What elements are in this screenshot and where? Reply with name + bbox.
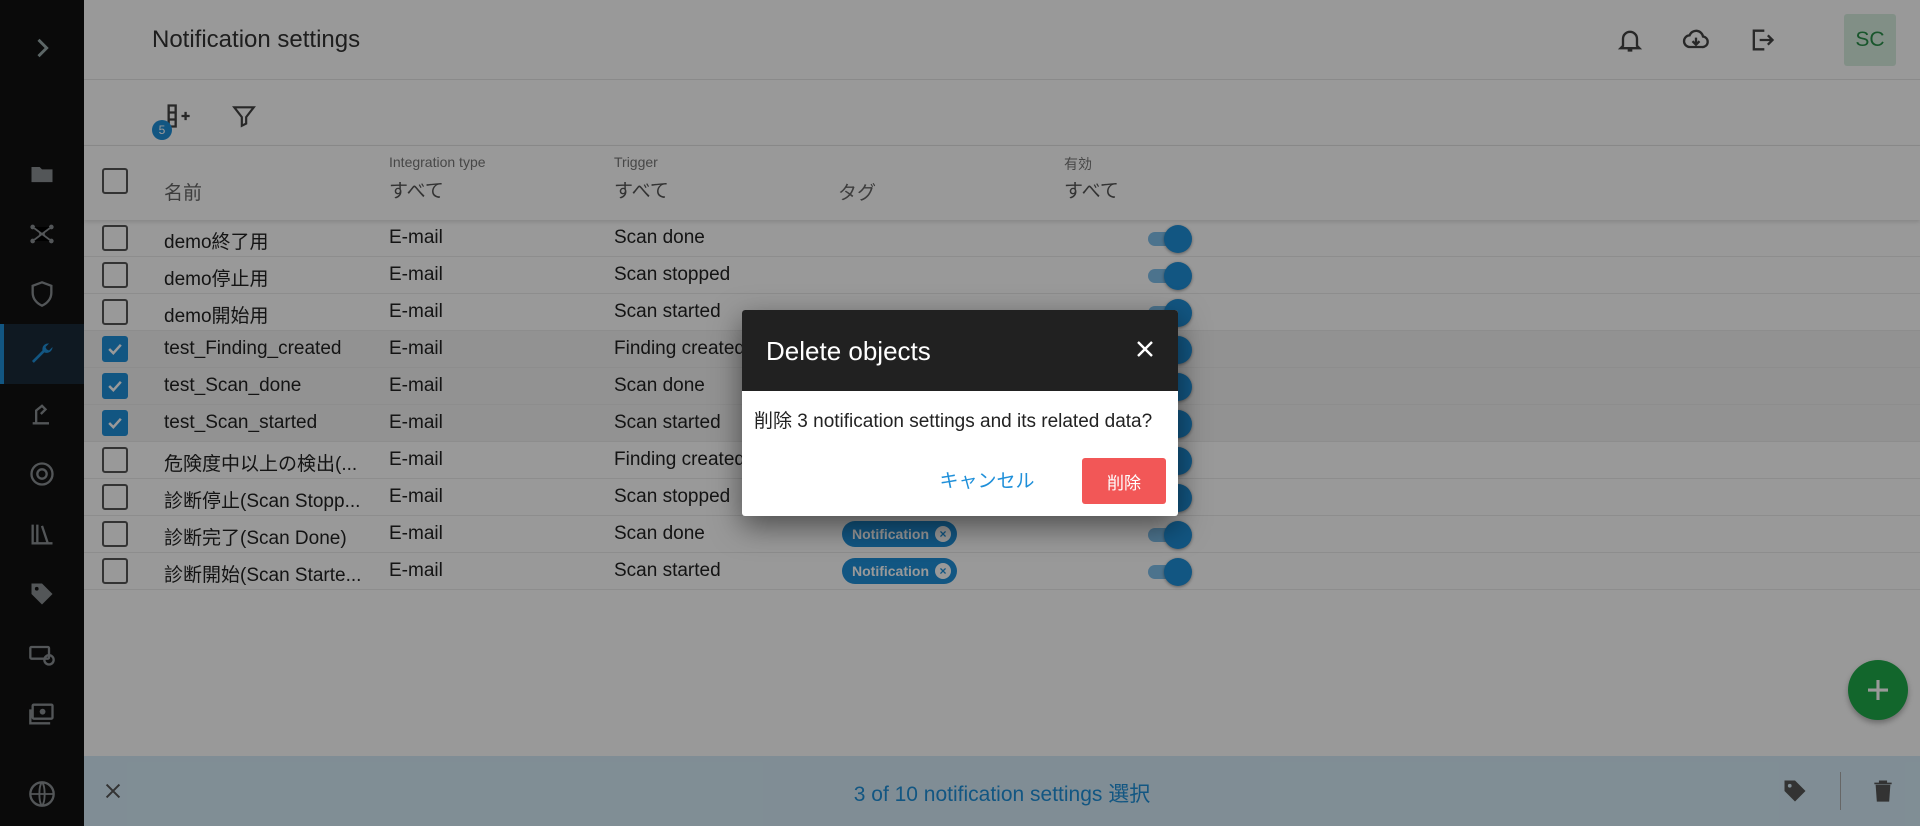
- delete-button[interactable]: 削除: [1082, 458, 1166, 504]
- cancel-button[interactable]: キャンセル: [928, 458, 1046, 500]
- dialog-header: Delete objects: [742, 310, 1178, 391]
- delete-dialog: Delete objects 削除 3 notification setting…: [742, 310, 1178, 516]
- close-icon[interactable]: [1130, 334, 1160, 364]
- dialog-message: 削除 3 notification settings and its relat…: [754, 411, 1153, 432]
- dialog-title: Delete objects: [766, 336, 931, 366]
